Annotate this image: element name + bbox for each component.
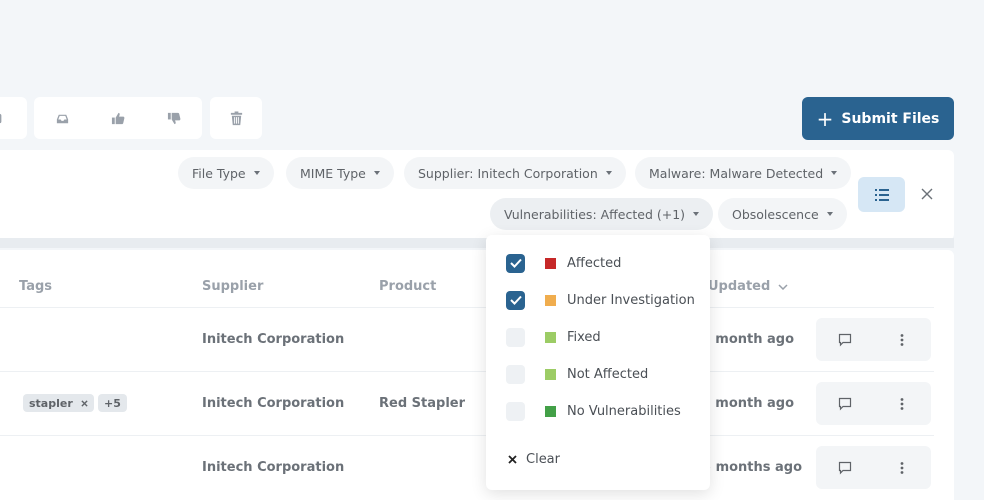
thumbs-down-icon[interactable] xyxy=(146,97,202,139)
tag-label: stapler xyxy=(29,396,73,410)
more-vertical-icon[interactable] xyxy=(873,461,930,475)
filter-chip-supplier[interactable]: Supplier: Initech Corporation xyxy=(404,157,626,189)
more-vertical-icon[interactable] xyxy=(873,397,930,411)
filter-chip-file-type[interactable]: File Type xyxy=(178,157,274,189)
cell-product: Red Stapler xyxy=(379,396,465,411)
row-divider xyxy=(0,435,934,436)
column-header-supplier[interactable]: Supplier xyxy=(202,279,263,294)
check-icon xyxy=(509,295,522,305)
chevron-down-icon xyxy=(778,283,788,290)
checkbox-checked[interactable] xyxy=(506,290,525,310)
filter-chip-mime-type[interactable]: MIME Type xyxy=(286,157,394,189)
cell-updated: a month ago xyxy=(702,396,795,411)
toolbar-group-left xyxy=(0,97,27,139)
checkbox-checked[interactable] xyxy=(506,253,525,273)
row-divider xyxy=(0,307,934,308)
filter-chip-label: MIME Type xyxy=(300,165,366,181)
row-divider xyxy=(0,371,934,372)
vuln-option-affected[interactable]: Affected xyxy=(506,253,621,273)
cell-supplier: Initech Corporation xyxy=(202,332,345,347)
vuln-option-fixed[interactable]: Fixed xyxy=(506,327,601,347)
cell-supplier: Initech Corporation xyxy=(202,396,345,411)
thumbs-up-icon[interactable] xyxy=(90,97,146,139)
comment-icon[interactable] xyxy=(816,397,873,411)
cell-supplier: Initech Corporation xyxy=(202,460,345,475)
option-label: No Vulnerabilities xyxy=(567,403,681,419)
option-label: Under Investigation xyxy=(567,292,695,308)
caret-down-icon xyxy=(693,212,700,216)
close-icon xyxy=(921,188,933,200)
remove-tag-icon[interactable] xyxy=(81,399,88,407)
list-view-toggle[interactable] xyxy=(858,177,905,212)
filter-chip-vulnerabilities[interactable]: Vulnerabilities: Affected (+1) xyxy=(490,198,714,230)
close-icon xyxy=(508,455,517,464)
close-filters-button[interactable] xyxy=(918,185,936,203)
archive-icon[interactable] xyxy=(0,97,27,139)
filter-chip-label: File Type xyxy=(192,165,246,181)
caret-down-icon xyxy=(605,171,612,175)
option-label: Not Affected xyxy=(567,366,649,382)
checkbox[interactable] xyxy=(506,401,525,421)
column-header-updated-label: Updated xyxy=(708,279,771,294)
column-header-product[interactable]: Product xyxy=(379,279,436,294)
filter-chip-malware[interactable]: Malware: Malware Detected xyxy=(635,157,852,189)
filter-panel-divider xyxy=(0,238,954,248)
row-actions xyxy=(816,318,931,361)
clear-filter-button[interactable]: Clear xyxy=(508,452,560,467)
status-swatch xyxy=(545,257,556,269)
plus-icon: + xyxy=(816,106,834,131)
row-actions xyxy=(816,446,931,489)
filter-chip-label: Malware: Malware Detected xyxy=(649,165,824,181)
caret-down-icon xyxy=(253,171,260,175)
caret-down-icon xyxy=(831,171,838,175)
filter-chip-label: Supplier: Initech Corporation xyxy=(418,165,598,181)
more-vertical-icon[interactable] xyxy=(873,333,930,347)
caret-down-icon xyxy=(826,212,833,216)
inbox-icon[interactable] xyxy=(34,97,90,139)
comment-icon[interactable] xyxy=(816,461,873,475)
trash-icon[interactable] xyxy=(210,97,262,139)
option-label: Fixed xyxy=(567,329,601,345)
files-table xyxy=(0,250,954,500)
column-header-updated[interactable]: Updated xyxy=(708,279,788,294)
checkbox[interactable] xyxy=(506,327,525,347)
status-swatch xyxy=(545,405,556,417)
tag-pill[interactable]: stapler xyxy=(23,394,94,412)
clear-label: Clear xyxy=(526,452,560,467)
filter-chip-label: Obsolescence xyxy=(732,206,819,222)
checkbox[interactable] xyxy=(506,364,525,384)
submit-files-button[interactable]: + Submit Files xyxy=(802,97,954,140)
option-label: Affected xyxy=(567,255,622,271)
filter-chip-obsolescence[interactable]: Obsolescence xyxy=(718,198,847,230)
vuln-option-not-affected[interactable]: Not Affected xyxy=(506,364,648,384)
status-swatch xyxy=(545,294,556,306)
submit-files-label: Submit Files xyxy=(841,110,940,127)
vuln-option-under-investigation[interactable]: Under Investigation xyxy=(506,290,695,310)
more-tags-badge[interactable]: +5 xyxy=(98,394,127,412)
status-swatch xyxy=(545,331,556,343)
cell-updated: 5 months ago xyxy=(702,460,803,475)
toolbar-group-feedback xyxy=(34,97,202,139)
cell-updated: a month ago xyxy=(702,332,795,347)
vuln-option-no-vulnerabilities[interactable]: No Vulnerabilities xyxy=(506,401,681,421)
filter-chip-label: Vulnerabilities: Affected (+1) xyxy=(504,206,686,222)
column-header-tags[interactable]: Tags xyxy=(19,279,52,294)
list-icon xyxy=(874,188,889,201)
row-actions xyxy=(816,382,931,425)
comment-icon[interactable] xyxy=(816,333,873,347)
check-icon xyxy=(509,258,522,268)
caret-down-icon xyxy=(373,171,380,175)
toolbar-group-delete xyxy=(210,97,262,139)
status-swatch xyxy=(545,368,556,380)
